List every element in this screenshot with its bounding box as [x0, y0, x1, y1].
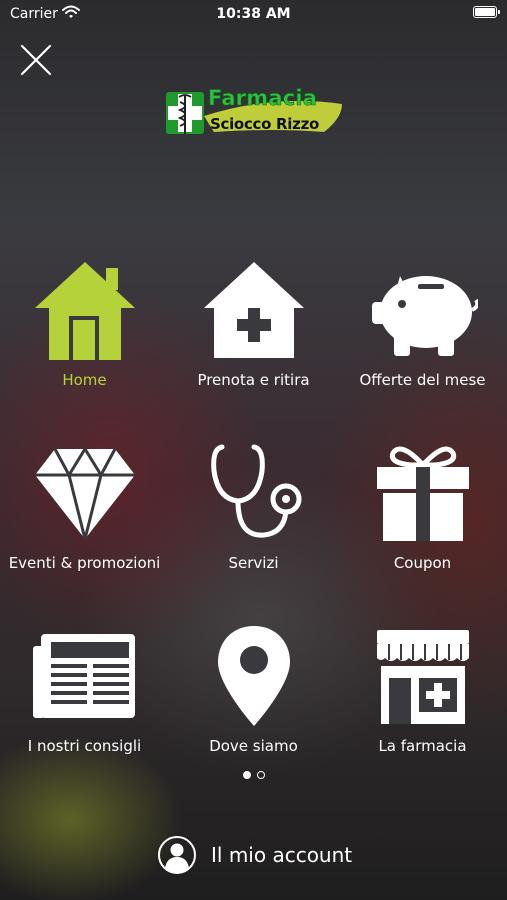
battery-icon: [473, 6, 500, 18]
newspaper-icon: [0, 624, 169, 728]
stethoscope-icon: [169, 441, 338, 545]
diamond-icon: [0, 441, 169, 545]
menu-item-label: Servizi: [228, 554, 279, 572]
storefront-icon: [338, 624, 507, 728]
menu-item-label: I nostri consigli: [27, 737, 142, 755]
pharmacy-house-icon: [169, 258, 338, 362]
menu-item-coupon[interactable]: Coupon: [338, 433, 507, 593]
map-pin-icon: [169, 624, 338, 728]
menu-item-label: Prenota e ritira: [197, 371, 310, 389]
menu-item-i-nostri-consigli[interactable]: I nostri consigli: [0, 616, 169, 776]
menu-item-label: Offerte del mese: [359, 371, 486, 389]
menu-item-la-farmacia[interactable]: La farmacia: [338, 616, 507, 776]
page-dot-2[interactable]: [256, 771, 265, 779]
gift-icon: [338, 441, 507, 545]
user-icon: [158, 836, 196, 874]
home-icon: [0, 258, 169, 362]
menu-item-label: Home: [62, 371, 107, 389]
menu-item-dove-siamo[interactable]: Dove siamo: [169, 616, 338, 776]
page-indicator[interactable]: [0, 771, 507, 779]
piggy-bank-icon: [338, 258, 507, 362]
menu-item-label: Coupon: [393, 554, 452, 572]
menu-item-eventi-promozioni[interactable]: Eventi & promozioni: [0, 433, 169, 593]
status-bar: Carrier 10:38 AM: [0, 0, 507, 28]
my-account-label: Il mio account: [211, 843, 353, 867]
menu-item-prenota-e-ritira[interactable]: Prenota e ritira: [169, 250, 338, 410]
page-dot-1[interactable]: [242, 771, 251, 779]
my-account-button[interactable]: Il mio account: [157, 835, 352, 875]
menu-item-servizi[interactable]: Servizi: [169, 433, 338, 593]
menu-item-label: Eventi & promozioni: [8, 554, 161, 572]
clock-time: 10:38 AM: [216, 6, 291, 22]
menu-item-label: Dove siamo: [209, 737, 298, 755]
menu-item-offerte-del-mese[interactable]: Offerte del mese: [338, 250, 507, 410]
pharmacy-logo: Farmacia Sciocco Rizzo: [164, 86, 344, 144]
close-button[interactable]: [18, 42, 54, 78]
menu-item-home[interactable]: Home: [0, 250, 169, 410]
logo-text-name: Sciocco Rizzo: [210, 115, 320, 133]
logo-text-farmacia: Farmacia: [208, 86, 318, 111]
close-icon: [20, 44, 52, 76]
menu-item-label: La farmacia: [378, 737, 467, 755]
